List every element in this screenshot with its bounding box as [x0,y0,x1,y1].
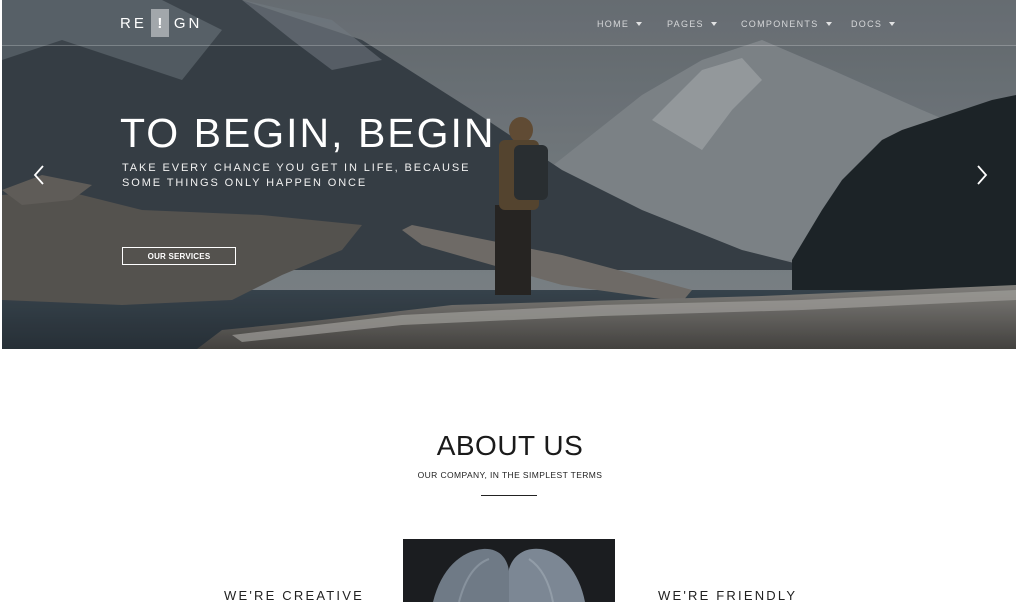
brand-mark: ! [150,9,169,37]
about-photo [403,539,615,602]
hero-subtitle-line-1: TAKE EVERY CHANCE YOU GET IN LIFE, BECAU… [122,162,471,174]
chevron-left-icon [33,165,44,185]
chevron-right-icon [977,165,988,185]
nav-item-label: PAGES [667,19,704,29]
hero-subtitle-line-2: SOME THINGS ONLY HAPPEN ONCE [122,177,368,189]
caret-down-icon [636,22,643,26]
caret-down-icon [710,22,717,26]
carousel-next-button[interactable] [974,163,990,187]
nav-item-home[interactable]: HOME [597,17,643,31]
hero-carousel: TO BEGIN, BEGIN TAKE EVERY CHANCE YOU GE… [2,0,1016,349]
about-image [403,539,615,602]
feature-title-friendly: WE'RE FRIENDLY [658,588,798,603]
nav-item-label: COMPONENTS [741,19,819,29]
brand-text-start: RE [120,14,147,32]
about-subtitle: OUR COMPANY, IN THE SIMPLEST TERMS [417,470,603,480]
caret-down-icon [825,22,832,26]
nav-item-components[interactable]: COMPONENTS [741,17,832,31]
about-divider [481,495,537,496]
nav-item-pages[interactable]: PAGES [667,17,717,31]
brand-text-end: GN [173,14,203,32]
our-services-button[interactable]: OUR SERVICES [122,247,236,265]
nav-item-docs[interactable]: DOCS [851,17,896,31]
feature-title-creative: WE'RE CREATIVE [224,588,364,603]
about-title: ABOUT US [436,430,584,461]
hero-title: TO BEGIN, BEGIN [120,110,496,156]
caret-down-icon [889,22,896,26]
hero-subtitle: TAKE EVERY CHANCE YOU GET IN LIFE, BECAU… [122,161,482,191]
brand-logo[interactable]: RE ! GN [120,8,202,38]
nav-item-label: HOME [597,19,630,29]
carousel-prev-button[interactable] [32,163,48,187]
top-navbar: RE ! GN HOME PAGES COMPONENTS DOCS [0,0,1020,46]
nav-item-label: DOCS [851,19,883,29]
